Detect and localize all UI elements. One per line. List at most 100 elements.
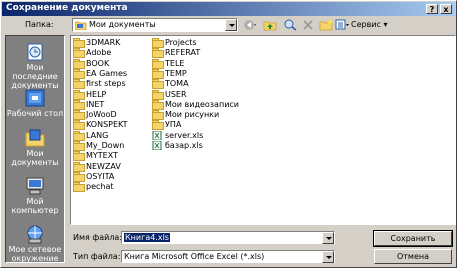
views-icon[interactable] — [335, 19, 349, 31]
place-my-computer[interactable]: Мой компьютер — [6, 176, 64, 215]
file-name: HELP — [86, 89, 107, 99]
folder-item[interactable]: BOOK — [73, 58, 110, 69]
dialog-title: Сохранение документа — [6, 3, 128, 13]
folder-icon — [73, 89, 85, 100]
filetype-value: Книга Microsoft Office Excel (*.xls) — [124, 252, 265, 261]
folder-item[interactable]: 3DMARK — [73, 38, 120, 48]
folder-item[interactable]: Мои рисунки — [152, 110, 219, 121]
file-name: Adobe — [86, 48, 112, 58]
folder-item[interactable]: Мои видеозаписи — [152, 99, 239, 110]
places-bar: Мои последние документы Рабочий стол Мои… — [5, 35, 65, 263]
save-button[interactable]: Сохранить — [373, 230, 453, 247]
folder-item[interactable]: УПА — [152, 120, 182, 131]
folder-item[interactable]: Adobe — [73, 48, 112, 59]
file-name: NEWZAV — [86, 161, 121, 171]
place-my-documents[interactable]: Мои документы — [6, 128, 64, 167]
file-name: REFERAT — [165, 48, 201, 58]
folder-item[interactable]: TELE — [152, 58, 185, 69]
chevron-down-icon[interactable] — [322, 232, 334, 244]
file-name: first steps — [86, 79, 126, 89]
close-button[interactable]: x — [440, 4, 452, 14]
folder-icon — [73, 68, 85, 79]
file-list[interactable]: 3DMARK Adobe BOOK EA Games first steps HELP IN… — [70, 35, 456, 225]
folder-icon — [73, 79, 85, 90]
file-name: JoWooD — [86, 110, 117, 120]
file-name: BOOK — [86, 58, 110, 68]
place-desktop[interactable]: Рабочий стол — [6, 88, 64, 118]
file-name: USER — [165, 89, 187, 99]
look-in-label: Папка: — [25, 20, 54, 29]
look-in-dropdown[interactable]: Мои документы — [72, 18, 238, 32]
folder-item[interactable]: TOMA — [152, 79, 189, 90]
folder-item[interactable]: JoWooD — [73, 110, 117, 121]
file-name: УПА — [165, 120, 182, 130]
file-name: MYTEXT — [86, 151, 118, 161]
folder-icon — [73, 120, 85, 131]
search-web-icon[interactable] — [283, 19, 297, 31]
filename-input[interactable]: Книга4.xls — [121, 231, 335, 244]
title-bar[interactable]: Сохранение документа ? x — [2, 2, 455, 16]
file-name: EA Games — [86, 68, 128, 78]
folder-icon — [152, 110, 164, 121]
folder-item[interactable]: My_Down — [73, 141, 124, 151]
folder-item[interactable]: HELP — [73, 89, 107, 100]
place-recent-documents[interactable]: Мои последние документы — [6, 42, 64, 90]
filetype-select[interactable]: Книга Microsoft Office Excel (*.xls) — [121, 250, 335, 263]
recent-icon — [27, 43, 43, 61]
help-button[interactable]: ? — [426, 4, 438, 14]
desktop-icon — [25, 89, 45, 107]
place-network[interactable]: Мое сетевое окружение — [6, 224, 64, 263]
folder-item[interactable]: TEMP — [152, 68, 187, 79]
cancel-button[interactable]: Отмена — [374, 249, 452, 264]
folder-item[interactable]: Projects — [152, 38, 197, 48]
folder-item[interactable]: pechat — [73, 182, 114, 193]
my-documents-icon — [25, 129, 45, 147]
delete-icon[interactable] — [301, 19, 315, 31]
folder-item[interactable]: REFERAT — [152, 48, 201, 59]
folder-icon — [73, 58, 85, 69]
filename-label: Имя файла: — [73, 233, 123, 242]
folder-icon — [73, 110, 85, 121]
folder-icon — [73, 182, 85, 193]
folder-icon — [152, 79, 164, 90]
chevron-down-icon[interactable] — [225, 19, 237, 31]
folder-icon — [73, 130, 85, 141]
folder-item[interactable]: KONSPEKT — [73, 120, 128, 131]
folder-item[interactable]: first steps — [73, 79, 126, 90]
excel-file-icon — [152, 140, 164, 151]
save-dialog: Сохранение документа ? x Папка: Мои доку… — [0, 0, 457, 268]
back-icon[interactable] — [243, 19, 257, 31]
folder-item[interactable]: NEWZAV — [73, 161, 121, 172]
file-name: KONSPEKT — [86, 120, 128, 130]
tools-menu[interactable]: Сервис ▾ — [351, 20, 387, 29]
file-item[interactable]: базар.xls — [152, 140, 203, 151]
file-name: TEMP — [165, 68, 187, 78]
folder-icon — [152, 120, 164, 131]
file-item[interactable]: server.xls — [152, 130, 204, 141]
folder-icon — [73, 161, 85, 172]
folder-icon — [152, 48, 164, 59]
network-icon — [27, 225, 43, 244]
file-name: Projects — [165, 38, 197, 47]
up-folder-icon[interactable] — [263, 19, 277, 31]
folder-item[interactable]: MYTEXT — [73, 151, 118, 162]
file-name: базар.xls — [165, 141, 203, 150]
folder-item[interactable]: LANG — [73, 130, 109, 141]
folder-item[interactable]: USER — [152, 89, 187, 100]
chevron-down-icon[interactable] — [322, 251, 334, 263]
chevron-down-icon: ▾ — [383, 20, 388, 29]
file-name: LANG — [86, 130, 109, 140]
folder-item[interactable]: INET — [73, 99, 105, 110]
file-name: Мои видеозаписи — [165, 99, 239, 109]
folder-icon — [73, 99, 85, 110]
folder-item[interactable]: OSYITA — [73, 171, 114, 182]
folder-item[interactable]: EA Games — [73, 68, 128, 79]
file-name: TELE — [165, 58, 185, 68]
file-name: server.xls — [165, 130, 204, 140]
folder-icon — [152, 99, 164, 110]
folder-icon — [73, 48, 85, 59]
filetype-label: Тип файла: — [73, 252, 121, 261]
my-documents-folder-icon — [75, 21, 87, 30]
new-folder-icon[interactable] — [319, 19, 333, 31]
file-name: INET — [86, 99, 105, 109]
